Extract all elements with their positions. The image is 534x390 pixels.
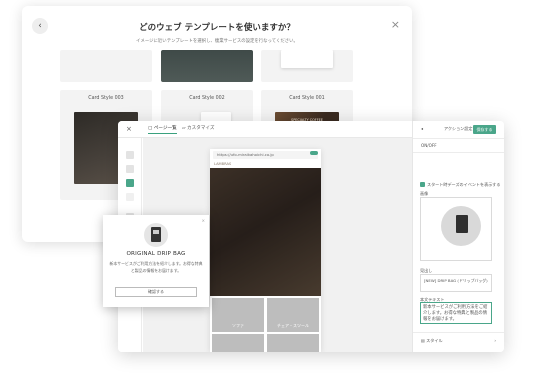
template-card-top-2[interactable] [161,50,253,82]
category-grid: ソファ チェア・スツール [210,296,321,352]
chevron-right-icon[interactable]: › [494,338,496,343]
settings-panel: ◂ アクション設定 保存する ON/OFF スタート時デーズのイベントを表示する… [412,121,504,352]
category-label: ソファ [232,323,244,328]
modal-description: 新本サービスがご利用方法を紹介します。お得な特典と製品の情報をお届けます。 [109,261,203,273]
placeholder-icon [126,193,134,201]
panel-back-icon[interactable]: ◂ [421,126,423,131]
checkbox[interactable] [420,182,425,187]
popup-icon[interactable] [126,179,134,187]
save-button[interactable]: 保存する [473,125,496,134]
dialog-subtitle: イメージに近いテンプレートを選択し、痩業サービスの設定を行なってください。 [136,39,298,44]
site-header: LAMBRAS [210,160,321,168]
layout-icon[interactable] [126,151,134,159]
modal-title: ORIGINAL DRIP BAG [126,251,186,257]
panel-heading: アクション設定 [444,126,473,131]
phone-preview: https://ufo-miraikahoichi.co.jp LAMBRAS … [210,149,321,352]
hero-image [210,168,321,296]
stage: ‹ × どのウェブ テンプレートを使いますか？ イメージに近いテンプレートを選択… [0,0,534,390]
tab-page-list[interactable]: ▢ ページ一覧 [148,125,177,134]
category-tile[interactable] [267,334,319,352]
template-thumbnail [281,50,333,68]
style-label: スタイル [426,338,443,343]
dialog-title: どのウェブ テンプレートを使いますか？ [139,23,295,33]
template-card-name: Card Style 002 [189,96,225,101]
close-icon[interactable]: × [126,125,132,133]
template-card-top-3[interactable] [261,50,353,82]
tab-label: カスタマイズ [187,126,215,131]
template-card-name: Card Style 003 [88,96,124,101]
tab-customize[interactable]: ▱ カスタマイズ [182,125,214,133]
style-section[interactable]: ▤ スタイル [421,338,443,344]
image-upload[interactable] [420,197,492,261]
caption-input[interactable]: [NEW] DRIP BAG (ドリップバッグ) [420,274,492,292]
drip-bag-label [153,230,159,234]
popup-modal: × ORIGINAL DRIP BAG 新本サービスがご利用方法を紹介します。お… [103,215,209,307]
template-thumbnail [161,50,253,82]
list-icon[interactable] [126,165,134,173]
editor-toolbar: × ▢ ページ一覧 ▱ カスタマイズ [118,121,412,138]
tab-label: ページ一覧 [153,126,177,131]
product-image [456,215,468,233]
confirm-button[interactable]: 確認する [115,287,197,297]
modal-close-icon[interactable]: × [202,218,205,223]
checkbox-label: スタート時デーズのイベントを表示する [427,182,501,187]
category-label: チェア・スツール [277,323,309,328]
template-card-name: Card Style 001 [289,96,325,101]
category-tile[interactable]: チェア・スツール [267,298,319,332]
category-tile[interactable] [212,334,264,352]
body-textarea[interactable]: 新本サービスがご利用方法をご紹介します。お得な特典と製品の情報をお届けます。 [420,302,492,324]
preview-toggle[interactable] [310,151,318,155]
template-card-top-1[interactable] [60,50,152,82]
url-bar: https://ufo-miraikahoichi.co.jp [213,151,318,159]
field-label: ON/OFF [421,143,437,148]
category-tile[interactable]: ソファ [212,298,264,332]
